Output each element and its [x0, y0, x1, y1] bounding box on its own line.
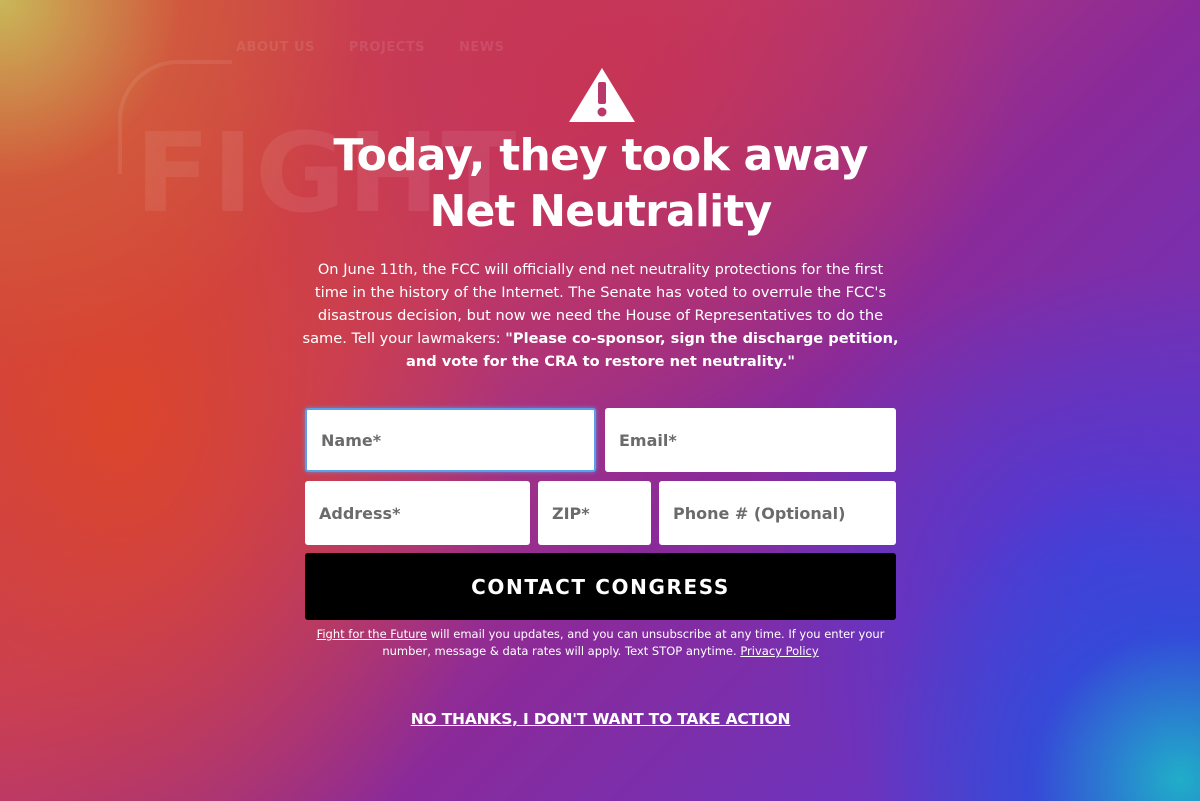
- zip-field[interactable]: [538, 481, 651, 545]
- disclaimer-text: Fight for the Future will email you upda…: [305, 626, 896, 660]
- contact-congress-button[interactable]: CONTACT CONGRESS: [305, 553, 896, 620]
- warning-triangle-icon: [569, 68, 635, 122]
- page-title: Today, they took away Net Neutrality: [333, 130, 868, 237]
- privacy-policy-link[interactable]: Privacy Policy: [740, 644, 818, 658]
- email-field[interactable]: [605, 408, 896, 472]
- decline-link[interactable]: NO THANKS, I DON'T WANT TO TAKE ACTION: [305, 710, 896, 728]
- phone-field[interactable]: [659, 481, 896, 545]
- address-field[interactable]: [305, 481, 530, 545]
- name-field[interactable]: [305, 408, 596, 472]
- org-link[interactable]: Fight for the Future: [317, 627, 427, 641]
- body-text: On June 11th, the FCC will officially en…: [300, 258, 901, 373]
